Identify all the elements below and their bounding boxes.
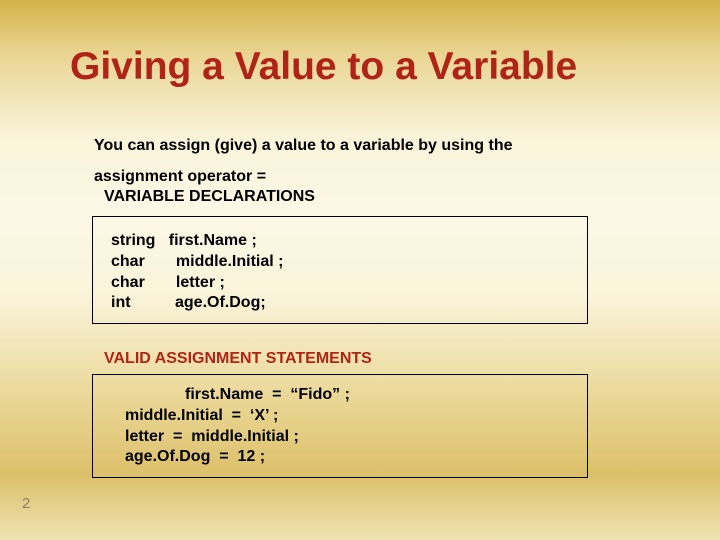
decl-line-4: int age.Of.Dog; <box>111 293 569 314</box>
assign-line-2: middle.Initial = ‘X’ ; <box>125 406 569 427</box>
intro-line-1: You can assign (give) a value to a varia… <box>94 132 660 159</box>
decl-line-2: char middle.Initial ; <box>111 252 569 273</box>
decl-line-1: string first.Name ; <box>111 231 569 252</box>
slide: Giving a Value to a Variable You can ass… <box>0 0 720 540</box>
assign-line-1: first.Name = “Fido” ; <box>125 385 569 406</box>
assign-line-4: age.Of.Dog = 12 ; <box>125 447 569 468</box>
section-heading-assignments: VALID ASSIGNMENT STATEMENTS <box>104 350 372 368</box>
page-number: 2 <box>22 495 30 512</box>
intro-line-2: assignment operator = <box>94 168 266 186</box>
assign-line-3: letter = middle.Initial ; <box>125 427 569 448</box>
code-box-assignments: first.Name = “Fido” ; middle.Initial = ‘… <box>92 374 588 478</box>
section-heading-declarations: VARIABLE DECLARATIONS <box>104 188 315 206</box>
decl-line-3: char letter ; <box>111 273 569 294</box>
slide-title: Giving a Value to a Variable <box>70 46 577 89</box>
code-box-declarations: string first.Name ; char middle.Initial … <box>92 216 588 324</box>
